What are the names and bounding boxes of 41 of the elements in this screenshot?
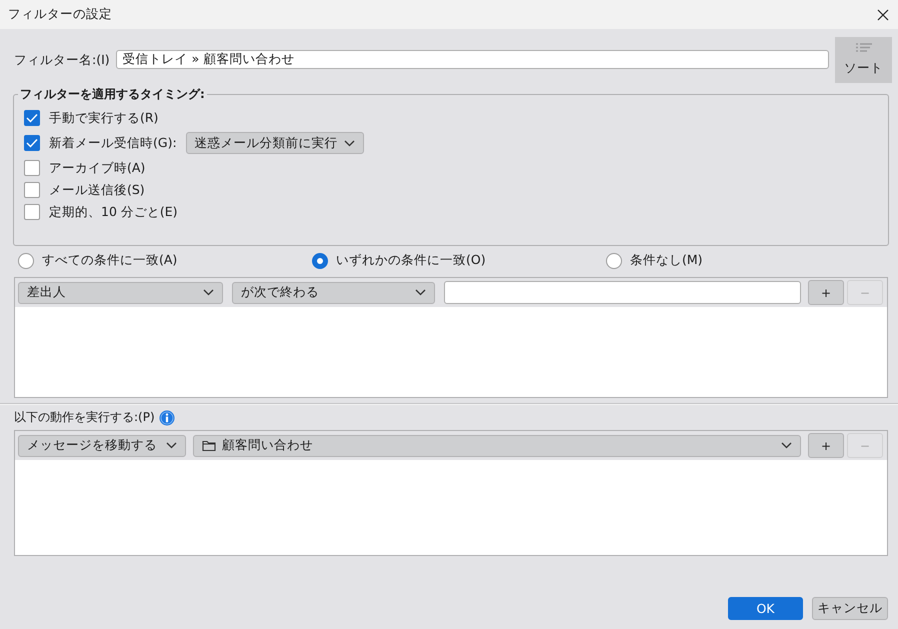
checkbox-label: メール送信後(S) bbox=[49, 182, 145, 198]
field-label: フィルター名:(I) bbox=[14, 52, 110, 69]
checkbox[interactable] bbox=[24, 204, 40, 220]
ok-button[interactable]: OK bbox=[728, 597, 803, 620]
radio-button[interactable] bbox=[606, 252, 622, 268]
chevron-down-icon bbox=[344, 140, 355, 146]
condition-operator-dropdown[interactable]: が次で終わる bbox=[232, 282, 435, 304]
radio-label: いずれかの条件に一致(O) bbox=[336, 252, 486, 269]
checkbox-label: 手動で実行する(R) bbox=[49, 110, 158, 126]
sort-button[interactable]: ソート bbox=[835, 37, 892, 83]
checkbox[interactable] bbox=[24, 182, 40, 198]
condition-value-field[interactable] bbox=[444, 281, 801, 304]
group-legend: フィルターを適用するタイミング: bbox=[18, 86, 207, 103]
radio-button[interactable] bbox=[312, 252, 328, 268]
chevron-down-icon bbox=[415, 289, 426, 296]
close-icon[interactable] bbox=[877, 8, 889, 20]
checkbox-label: 定期的、10 分ごと(E) bbox=[49, 204, 178, 220]
radio-button[interactable] bbox=[18, 252, 34, 268]
add-button[interactable]: + bbox=[808, 433, 844, 458]
condition-field-dropdown[interactable]: 差出人 bbox=[18, 282, 223, 304]
checkbox-label: アーカイブ時(A) bbox=[49, 160, 146, 176]
chevron-down-icon bbox=[781, 442, 792, 449]
chevron-down-icon bbox=[166, 442, 177, 449]
checkbox-label: 新着メール受信時(G): bbox=[49, 134, 177, 152]
checkbox[interactable] bbox=[24, 160, 40, 176]
timing-dropdown[interactable]: 迷惑メール分類前に実行 bbox=[186, 132, 364, 154]
radio-label: すべての条件に一致(A) bbox=[42, 252, 178, 269]
radio-label: 条件なし(M) bbox=[630, 252, 703, 269]
window-title: フィルターの設定 bbox=[8, 6, 112, 23]
chevron-down-icon bbox=[203, 289, 214, 296]
filter-name-field[interactable]: 受信トレイ » 顧客問い合わせ bbox=[116, 50, 829, 69]
add-button[interactable]: + bbox=[808, 280, 844, 305]
folder-icon bbox=[202, 440, 216, 452]
checkbox[interactable] bbox=[24, 110, 40, 126]
info-icon[interactable] bbox=[158, 410, 175, 426]
section-label: 以下の動作を実行する:(P) bbox=[14, 409, 155, 426]
action-dropdown[interactable]: メッセージを移動する bbox=[18, 434, 186, 456]
checkbox[interactable] bbox=[24, 135, 40, 151]
folder-dropdown[interactable]: 顧客問い合わせ bbox=[193, 434, 801, 456]
sort-lines-icon bbox=[856, 43, 872, 55]
cancel-button[interactable]: キャンセル bbox=[812, 597, 888, 620]
